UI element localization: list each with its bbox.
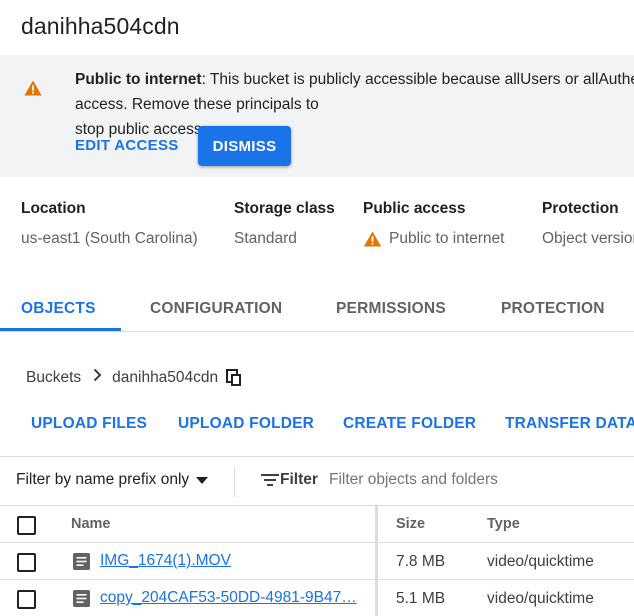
bucket-properties: Location us-east1 (South Carolina) Stora…	[0, 200, 634, 260]
public-access-banner: Public to internet: This bucket is publi…	[0, 55, 634, 177]
filter-button-label: Filter	[280, 471, 318, 488]
file-type: video/quicktime	[487, 553, 594, 570]
filter-mode-select[interactable]: Filter by name prefix only	[16, 471, 209, 489]
chevron-right-icon	[93, 368, 102, 387]
property-value: us-east1 (South Carolina)	[21, 230, 198, 247]
property-protection: Protection Object versioning	[542, 200, 634, 248]
edit-access-button[interactable]: EDIT ACCESS	[75, 137, 179, 154]
upload-files-button[interactable]: UPLOAD FILES	[31, 415, 147, 433]
filter-input[interactable]	[329, 471, 629, 489]
dismiss-button[interactable]: DISMISS	[198, 126, 291, 166]
file-name-link[interactable]: copy_204CAF53-50DD-4981-9B47…	[100, 589, 357, 607]
property-storage-class: Storage class Standard	[234, 200, 335, 248]
tab-objects[interactable]: OBJECTS	[21, 300, 96, 318]
table-header-row: Name Size Type	[0, 506, 634, 543]
tab-configuration[interactable]: CONFIGURATION	[150, 300, 282, 318]
create-folder-button[interactable]: CREATE FOLDER	[343, 415, 476, 433]
table-row: copy_204CAF53-50DD-4981-9B47… 5.1 MB vid…	[0, 580, 634, 616]
column-resize-handle[interactable]	[375, 506, 378, 616]
row-checkbox[interactable]	[17, 590, 36, 609]
column-header-type[interactable]: Type	[487, 516, 520, 532]
property-label: Storage class	[234, 200, 335, 217]
copy-icon[interactable]	[226, 368, 242, 387]
property-label: Protection	[542, 200, 619, 217]
property-value: Public to internet	[389, 230, 505, 247]
property-public-access: Public access Public to internet	[363, 200, 504, 248]
property-label: Location	[21, 200, 86, 217]
property-value: Standard	[234, 230, 297, 247]
filter-icon	[261, 473, 279, 487]
filter-divider	[234, 467, 235, 497]
banner-text-line2: stop public access.	[75, 121, 206, 138]
file-size: 7.8 MB	[396, 553, 446, 570]
breadcrumb-current: danihha504cdn	[112, 368, 219, 386]
file-icon	[73, 553, 90, 575]
row-checkbox[interactable]	[17, 553, 36, 572]
transfer-data-button[interactable]: TRANSFER DATA	[505, 415, 634, 433]
column-header-name[interactable]: Name	[71, 516, 111, 532]
objects-table: Name Size Type IMG_1674(1).MOV 7.8 MB vi…	[0, 506, 634, 616]
warning-icon	[363, 231, 382, 247]
property-value: Object versioning	[542, 230, 634, 247]
filter-button[interactable]: Filter	[261, 471, 318, 489]
select-all-checkbox[interactable]	[17, 516, 36, 535]
column-header-size[interactable]: Size	[396, 516, 425, 532]
breadcrumb-buckets-link[interactable]: Buckets	[26, 369, 81, 387]
file-type: video/quicktime	[487, 590, 594, 607]
banner-title: Public to internet	[75, 71, 202, 88]
upload-folder-button[interactable]: UPLOAD FOLDER	[178, 415, 314, 433]
filter-bar: Filter by name prefix only Filter	[0, 456, 634, 506]
filter-mode-value: Filter by name prefix only	[16, 471, 190, 488]
property-label: Public access	[363, 200, 466, 217]
file-icon	[73, 590, 90, 612]
file-name-link[interactable]: IMG_1674(1).MOV	[100, 552, 231, 570]
object-actions-toolbar: UPLOAD FILES UPLOAD FOLDER CREATE FOLDER…	[0, 414, 634, 438]
property-location: Location us-east1 (South Carolina)	[21, 200, 198, 248]
active-tab-indicator	[0, 328, 121, 331]
tab-permissions[interactable]: PERMISSIONS	[336, 300, 446, 318]
page-title: danihha504cdn	[21, 13, 180, 39]
breadcrumb: Buckets danihha504cdn	[26, 368, 242, 387]
dropdown-arrow-icon	[196, 476, 209, 484]
table-row: IMG_1674(1).MOV 7.8 MB video/quicktime	[0, 543, 634, 580]
tab-protection[interactable]: PROTECTION	[501, 300, 605, 318]
warning-icon	[24, 80, 42, 96]
banner-message: Public to internet: This bucket is publi…	[75, 67, 634, 142]
bucket-tabs: OBJECTS CONFIGURATION PERMISSIONS PROTEC…	[0, 290, 634, 332]
file-size: 5.1 MB	[396, 590, 446, 607]
